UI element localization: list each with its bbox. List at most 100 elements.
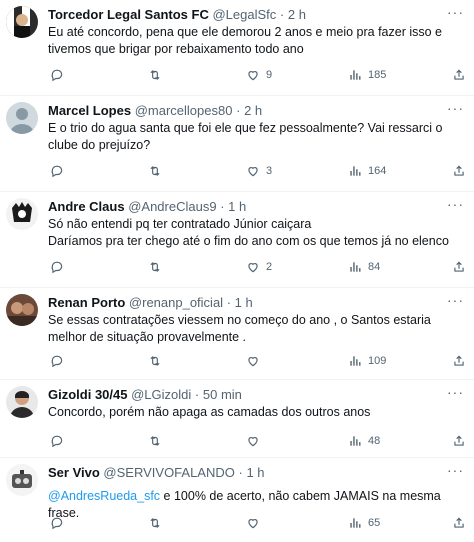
timestamp[interactable]: 50 min: [203, 387, 242, 402]
user-handle[interactable]: @LegalSfc: [212, 7, 276, 22]
views-button[interactable]: 65: [348, 514, 380, 532]
timestamp[interactable]: 1 h: [235, 295, 253, 310]
views-icon: [350, 262, 361, 272]
retweet-button[interactable]: [148, 66, 168, 84]
share-icon: [454, 69, 464, 80]
timestamp[interactable]: 1 h: [246, 465, 264, 480]
avatar[interactable]: [6, 386, 38, 418]
views-button[interactable]: 48: [348, 432, 380, 450]
user-handle[interactable]: @marcellopes80: [135, 103, 233, 118]
tweet[interactable]: Ser Vivo @SERVIVOFALANDO · 1 h ··· @Andr…: [0, 458, 474, 542]
reply-button[interactable]: [50, 352, 70, 370]
tweet-text-line: tivemos que brigar por rebaixamento todo…: [48, 42, 304, 56]
tweet-header: Ser Vivo @SERVIVOFALANDO · 1 h: [48, 464, 466, 482]
retweet-icon: [150, 356, 160, 366]
avatar[interactable]: [6, 464, 38, 496]
tweet[interactable]: Andre Claus @AndreClaus9 · 1 h ··· Só nã…: [0, 192, 474, 288]
share-button[interactable]: [452, 514, 466, 532]
display-name[interactable]: Marcel Lopes: [48, 103, 131, 118]
views-button[interactable]: 109: [348, 352, 386, 370]
like-button[interactable]: [246, 352, 266, 370]
share-button[interactable]: [452, 352, 466, 370]
retweet-button[interactable]: [148, 352, 168, 370]
avatar[interactable]: [6, 198, 38, 230]
views-count: 65: [368, 517, 381, 529]
more-icon[interactable]: ···: [447, 100, 464, 116]
tweet-header: Torcedor Legal Santos FC @LegalSfc · 2 h: [48, 6, 466, 24]
views-button[interactable]: 185: [348, 66, 386, 84]
display-name[interactable]: Renan Porto: [48, 295, 125, 310]
reply-button[interactable]: [50, 514, 70, 532]
like-button[interactable]: 2: [246, 258, 272, 276]
like-button[interactable]: [246, 514, 266, 532]
timestamp[interactable]: 2 h: [244, 103, 262, 118]
share-icon: [454, 355, 464, 366]
reply-button[interactable]: [50, 258, 70, 276]
retweet-icon: [150, 166, 160, 176]
tweet[interactable]: Marcel Lopes @marcellopes80 · 2 h ··· E …: [0, 96, 474, 192]
tweet-text: Se essas contratações viessem no começo …: [48, 312, 462, 346]
tweet-text-line: melhor de situação provavelmente .: [48, 330, 247, 344]
share-button[interactable]: [452, 258, 466, 276]
timestamp[interactable]: 2 h: [288, 7, 306, 22]
retweet-button[interactable]: [148, 258, 168, 276]
retweet-icon: [150, 70, 160, 80]
tweet-text-line: E o trio do agua santa que foi ele que f…: [48, 121, 443, 135]
avatar[interactable]: [6, 102, 38, 134]
avatar[interactable]: [6, 294, 38, 326]
tweet-text: E o trio do agua santa que foi ele que f…: [48, 120, 462, 154]
user-handle[interactable]: @AndreClaus9: [128, 199, 216, 214]
tweet-text-line: Só não entendi pq ter contratado Júnior …: [48, 217, 312, 231]
tweet-header: Marcel Lopes @marcellopes80 · 2 h: [48, 102, 466, 120]
tweet-header: Renan Porto @renanp_oficial · 1 h: [48, 294, 466, 312]
heart-icon: [248, 357, 258, 367]
views-button[interactable]: 164: [348, 162, 386, 180]
display-name[interactable]: Andre Claus: [48, 199, 125, 214]
tweet-text-line: Daríamos pra ter chego até o fim do ano …: [48, 234, 449, 248]
reply-button[interactable]: [50, 432, 70, 450]
like-button[interactable]: 9: [246, 66, 272, 84]
more-icon[interactable]: ···: [447, 384, 464, 400]
share-button[interactable]: [452, 432, 466, 450]
views-count: 84: [368, 261, 381, 273]
reply-button[interactable]: [50, 162, 70, 180]
reply-icon: [51, 517, 63, 530]
share-button[interactable]: [452, 66, 466, 84]
views-icon: [350, 166, 361, 176]
views-icon: [350, 356, 361, 366]
user-handle[interactable]: @LGizoldi: [131, 387, 191, 402]
separator-dot: ·: [236, 103, 241, 118]
more-icon[interactable]: ···: [447, 4, 464, 20]
tweet[interactable]: Gizoldi 30/45 @LGizoldi · 50 min ··· Con…: [0, 380, 474, 458]
views-count: 48: [368, 435, 381, 447]
timestamp[interactable]: 1 h: [228, 199, 246, 214]
mention-link[interactable]: @AndresRueda_sfc: [48, 489, 160, 503]
more-icon[interactable]: ···: [447, 462, 464, 478]
display-name[interactable]: Torcedor Legal Santos FC: [48, 7, 209, 22]
retweet-button[interactable]: [148, 162, 168, 180]
views-icon: [350, 436, 361, 446]
more-icon[interactable]: ···: [447, 292, 464, 308]
share-icon: [454, 517, 464, 528]
retweet-button[interactable]: [148, 432, 168, 450]
views-button[interactable]: 84: [348, 258, 380, 276]
display-name[interactable]: Ser Vivo: [48, 465, 100, 480]
reply-button[interactable]: [50, 66, 70, 84]
share-button[interactable]: [452, 162, 466, 180]
heart-icon: [248, 71, 258, 81]
display-name[interactable]: Gizoldi 30/45: [48, 387, 127, 402]
user-handle[interactable]: @SERVIVOFALANDO: [103, 465, 234, 480]
tweet[interactable]: Torcedor Legal Santos FC @LegalSfc · 2 h…: [0, 0, 474, 96]
like-button[interactable]: [246, 432, 266, 450]
tweet-actions: 9 185: [48, 66, 464, 84]
tweet[interactable]: Renan Porto @renanp_oficial · 1 h ··· Se…: [0, 288, 474, 380]
like-count: 2: [266, 261, 273, 273]
like-count: 3: [266, 165, 273, 177]
avatar[interactable]: [6, 6, 38, 38]
more-icon[interactable]: ···: [447, 196, 464, 212]
retweet-button[interactable]: [148, 514, 168, 532]
separator-dot: ·: [220, 199, 225, 214]
user-handle[interactable]: @renanp_oficial: [129, 295, 223, 310]
like-button[interactable]: 3: [246, 162, 272, 180]
heart-icon: [248, 437, 258, 447]
